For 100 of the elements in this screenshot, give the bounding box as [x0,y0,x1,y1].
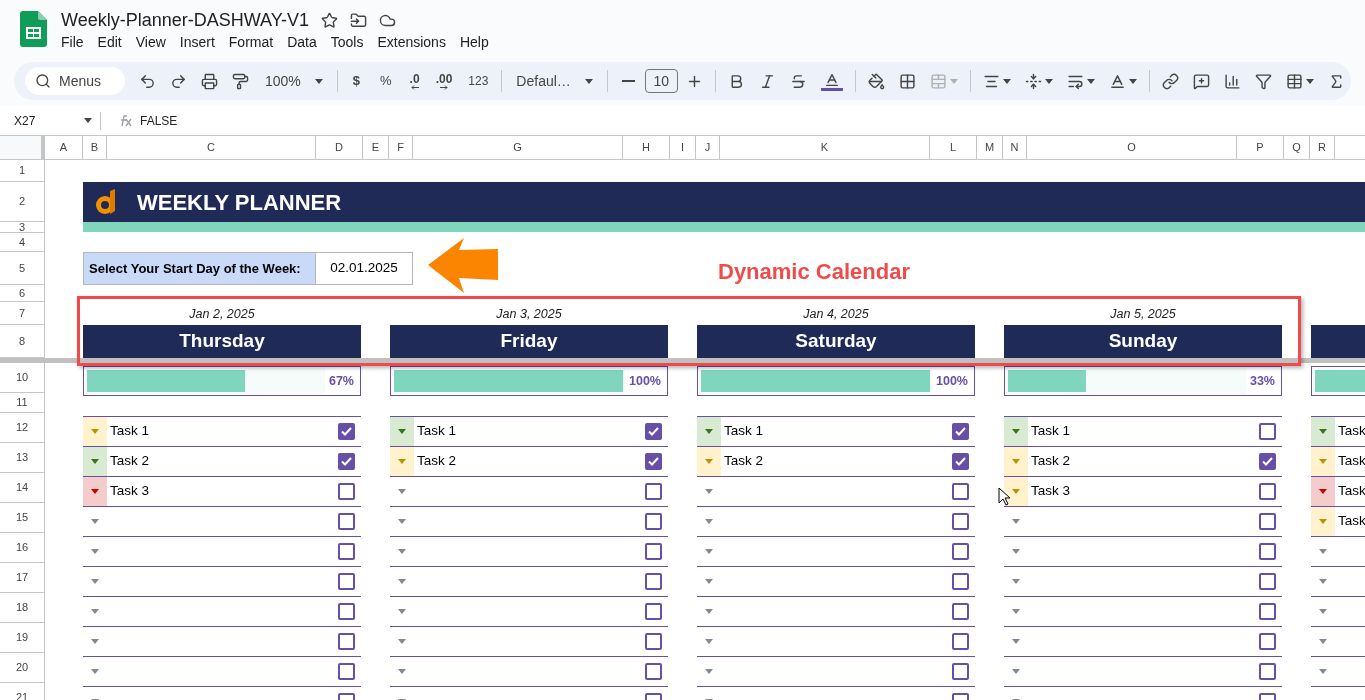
row-header[interactable]: 11 [0,393,44,413]
cell-reference[interactable]: X27 [14,111,36,130]
column-header[interactable]: N [1003,136,1027,159]
row-header[interactable]: 15 [0,503,44,533]
column-header[interactable]: F [389,136,413,159]
checkbox[interactable] [645,423,662,440]
column-header[interactable]: P [1237,136,1284,159]
currency-button[interactable]: $ [343,71,370,91]
menu-item[interactable]: Edit [90,33,129,51]
menu-item[interactable]: Data [280,33,324,51]
checkbox[interactable] [1259,663,1276,680]
document-title[interactable]: Weekly-Planner-DASHWAY-V1 [61,10,310,30]
column-header[interactable]: G [413,136,623,159]
row-header[interactable]: 1 [0,160,44,182]
row-header[interactable]: 12 [0,413,44,443]
increase-decimals-button[interactable]: .00 [428,72,460,90]
checkbox[interactable] [952,633,969,650]
zoom-dropdown[interactable]: 100% [257,70,331,92]
checkbox[interactable] [1259,453,1276,470]
start-day-field[interactable]: 02.01.2025 [316,252,413,285]
column-header[interactable]: E [363,136,389,159]
checkbox[interactable] [952,423,969,440]
column-header[interactable]: B [83,136,107,159]
checkbox[interactable] [338,603,355,620]
menu-item[interactable]: View [128,33,173,51]
search-field[interactable]: Menus [25,67,125,95]
menu-item[interactable]: Extensions [370,33,453,51]
column-header[interactable]: D [316,136,363,159]
column-header[interactable]: Q [1284,136,1310,159]
checkbox[interactable] [645,453,662,470]
checkbox[interactable] [1259,603,1276,620]
checkbox[interactable] [952,543,969,560]
checkbox[interactable] [1259,543,1276,560]
menu-item[interactable]: Tools [323,33,371,51]
row-header[interactable]: 3 [0,222,44,233]
number-format-button[interactable]: 123 [461,72,496,90]
sheets-logo-icon[interactable] [20,11,47,47]
checkbox[interactable] [952,663,969,680]
checkbox[interactable] [645,483,662,500]
checkbox[interactable] [338,633,355,650]
row-header[interactable]: 6 [0,285,44,302]
arrow-icon [428,238,498,293]
row-header[interactable]: 4 [0,233,44,252]
formula-field[interactable]: FALSE [140,111,178,130]
row-header[interactable]: 20 [0,653,44,683]
menu-item[interactable]: Format [221,33,281,51]
column-header[interactable]: C [107,136,316,159]
row-header[interactable]: 2 [0,182,44,222]
checkbox[interactable] [645,513,662,530]
move-folder-icon[interactable] [350,11,368,29]
checkbox[interactable] [338,453,355,470]
menu-item[interactable]: Insert [172,33,222,51]
checkbox[interactable] [338,513,355,530]
checkbox[interactable] [645,603,662,620]
column-header[interactable]: R [1310,136,1335,159]
checkbox[interactable] [952,603,969,620]
checkbox[interactable] [1259,483,1276,500]
column-header[interactable]: K [720,136,930,159]
checkbox[interactable] [338,573,355,590]
checkbox[interactable] [952,483,969,500]
column-header[interactable]: L [930,136,977,159]
checkbox[interactable] [952,573,969,590]
font-size-field[interactable]: 10 [644,69,678,93]
column-header[interactable]: J [696,136,720,159]
checkbox[interactable] [1259,633,1276,650]
checkbox[interactable] [338,543,355,560]
row-header[interactable]: 14 [0,473,44,503]
checkbox[interactable] [338,423,355,440]
menu-item[interactable]: Help [452,33,496,51]
checkbox[interactable] [1259,423,1276,440]
decrease-decimals-button[interactable]: .0 [402,72,427,90]
checkbox[interactable] [645,633,662,650]
checkbox[interactable] [645,663,662,680]
row-header[interactable]: 7 [0,302,44,325]
checkbox[interactable] [1259,513,1276,530]
menu-item[interactable]: File [54,33,91,51]
priority-dropdown[interactable] [1004,477,1028,506]
checkbox[interactable] [1259,573,1276,590]
font-dropdown[interactable]: Defaul… [508,70,601,92]
column-header[interactable]: O [1027,136,1237,159]
row-header[interactable]: 18 [0,593,44,623]
column-header[interactable]: H [623,136,670,159]
checkbox[interactable] [645,543,662,560]
percent-button[interactable]: % [371,71,401,91]
checkbox[interactable] [645,573,662,590]
row-header[interactable]: 16 [0,533,44,563]
column-header[interactable]: M [977,136,1003,159]
caret-icon [1012,609,1020,614]
star-icon[interactable] [321,11,339,29]
row-header[interactable]: 10 [0,363,44,393]
row-header[interactable]: 17 [0,563,44,593]
column-header[interactable]: I [670,136,696,159]
checkbox[interactable] [952,453,969,470]
checkbox[interactable] [952,513,969,530]
column-header[interactable]: A [45,136,83,159]
checkbox[interactable] [338,483,355,500]
row-header[interactable]: 5 [0,252,44,285]
row-header[interactable]: 13 [0,443,44,473]
checkbox[interactable] [338,663,355,680]
row-header[interactable]: 19 [0,623,44,653]
